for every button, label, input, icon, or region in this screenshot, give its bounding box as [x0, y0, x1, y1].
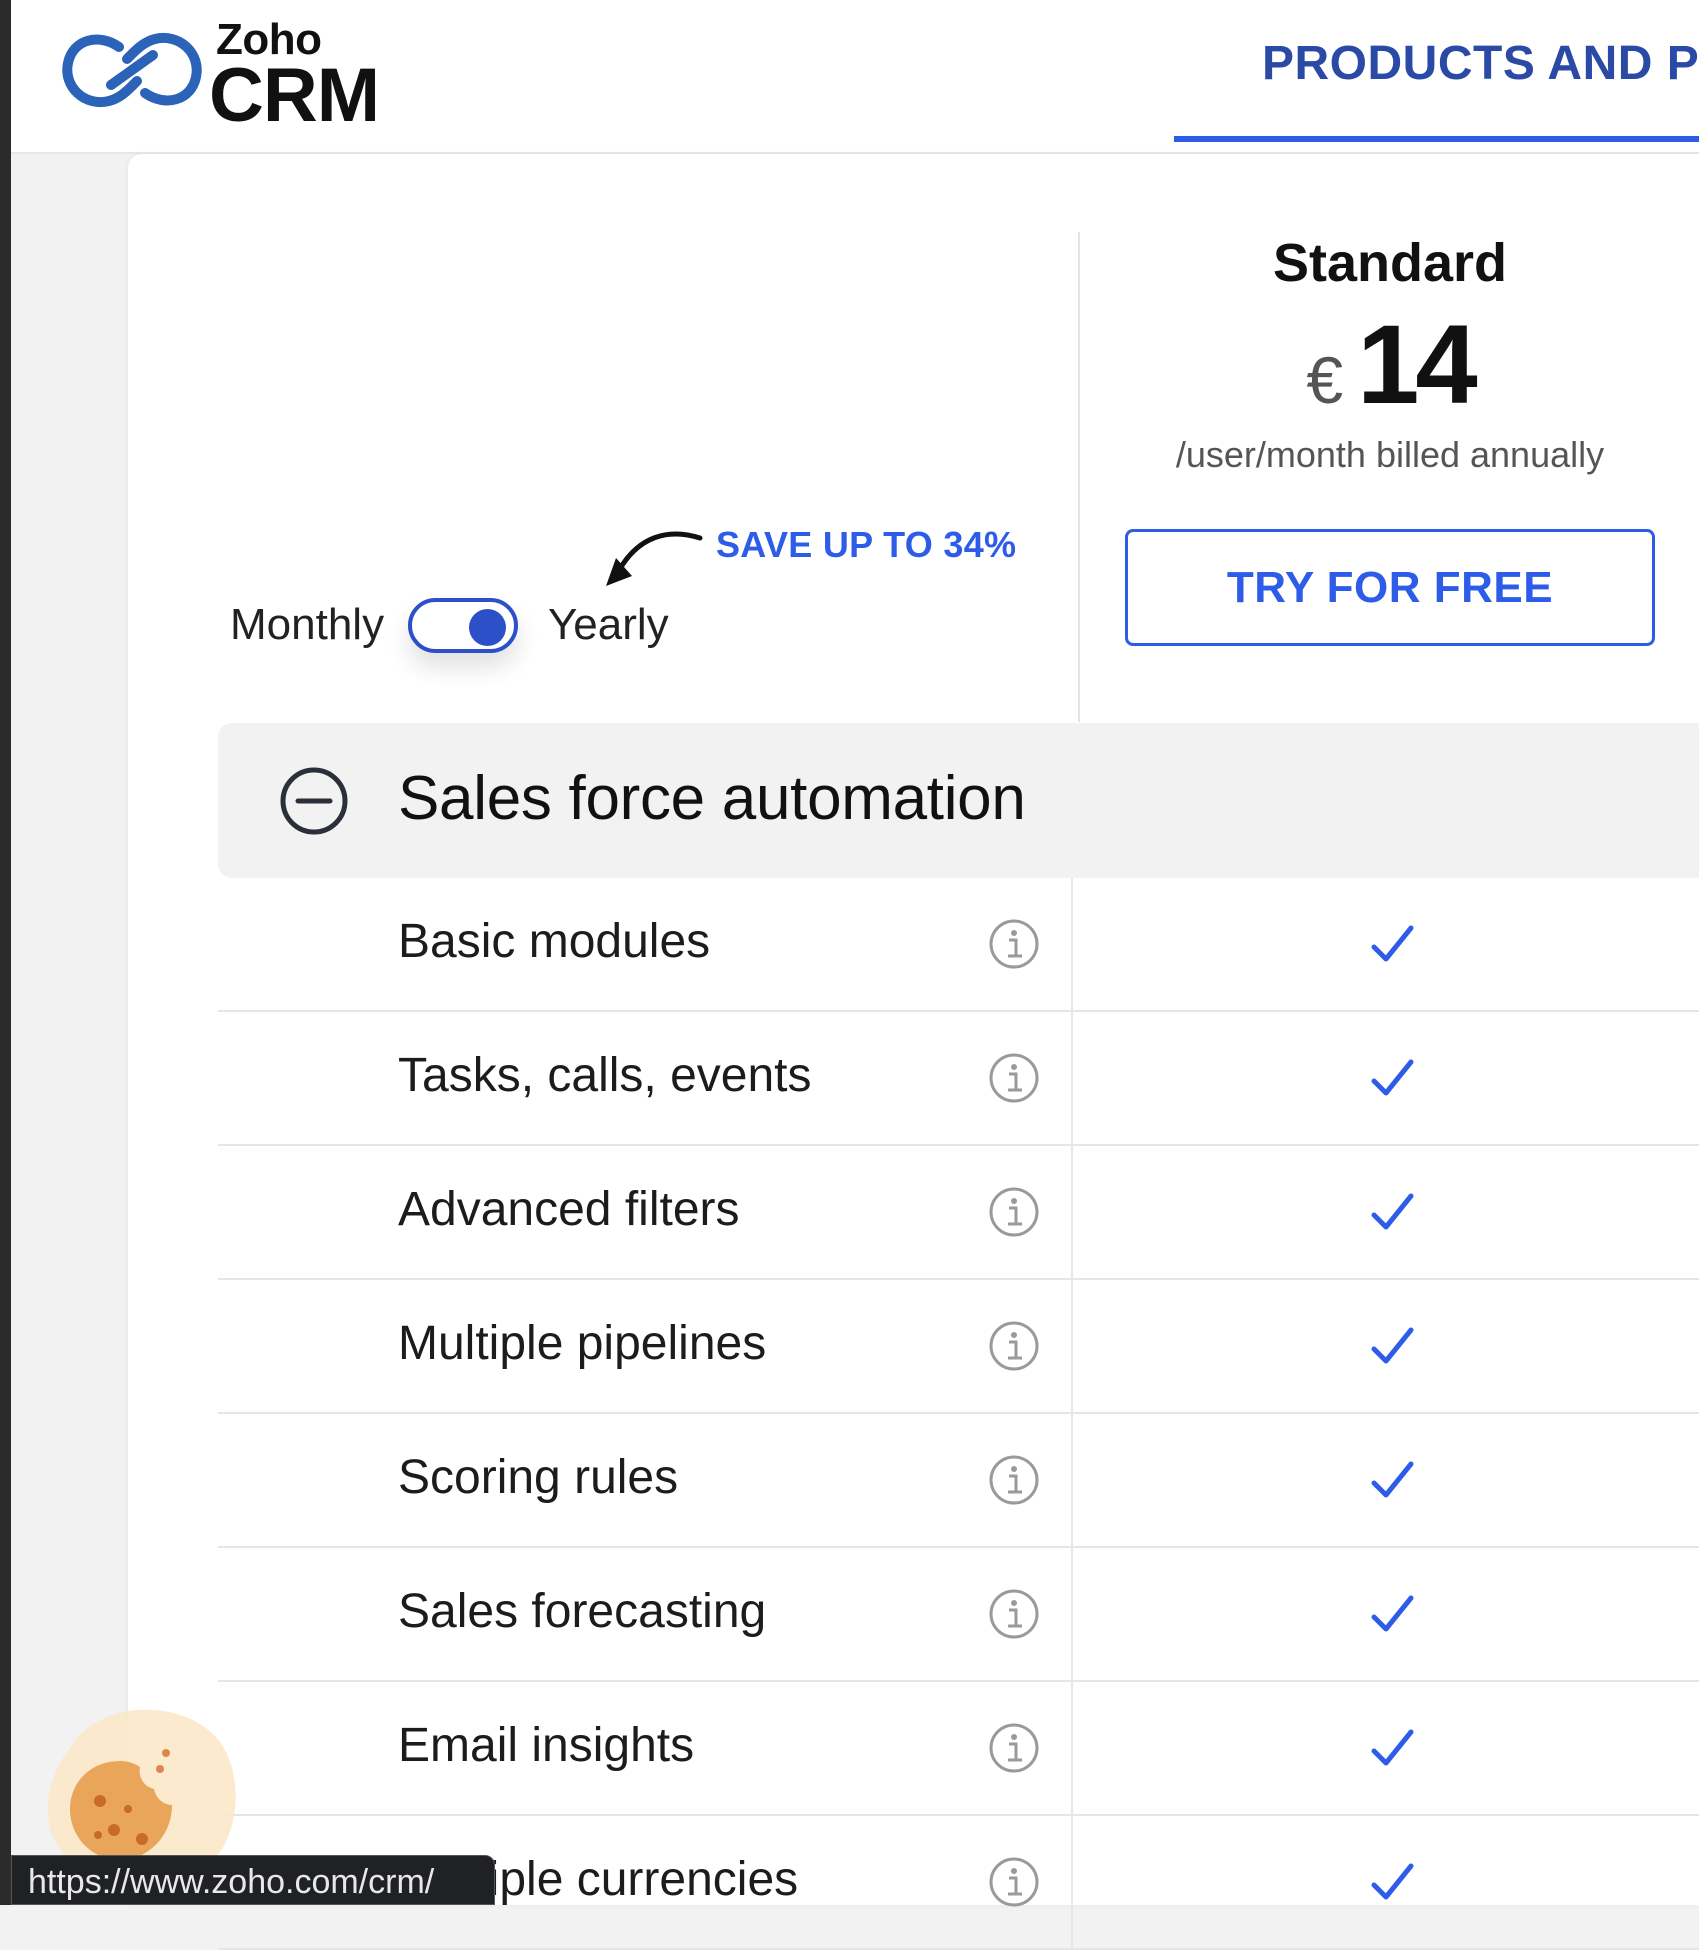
info-icon[interactable] [988, 1856, 1040, 1908]
column-divider [1071, 1816, 1073, 1948]
column-divider [1071, 1682, 1073, 1814]
logo-product-text[interactable]: CRM [209, 52, 380, 139]
monthly-label[interactable]: Monthly [230, 600, 384, 650]
billing-period-toggle[interactable] [408, 598, 518, 653]
column-divider [1071, 1280, 1073, 1412]
feature-list: Basic modules Tasks, calls, events Advan… [218, 878, 1699, 1950]
column-divider [1071, 1414, 1073, 1546]
try-for-free-button[interactable]: TRY FOR FREE [1125, 529, 1655, 646]
status-url: https://www.zoho.com/crm/ [28, 1863, 435, 1901]
column-divider [1071, 878, 1073, 1010]
nav-tab-products-and-plans[interactable]: PRODUCTS AND PL [1174, 0, 1699, 142]
feature-row: Email insights [218, 1682, 1699, 1816]
info-icon[interactable] [988, 918, 1040, 970]
info-icon[interactable] [988, 1052, 1040, 1104]
check-icon [1371, 1729, 1414, 1766]
feature-row: Sales forecasting [218, 1548, 1699, 1682]
check-icon [1371, 1461, 1414, 1498]
plan-name: Standard [1272, 233, 1508, 293]
info-icon[interactable] [988, 1454, 1040, 1506]
feature-label: Email insights [398, 1719, 695, 1772]
info-icon[interactable] [988, 1320, 1040, 1372]
feature-row: Basic modules [218, 878, 1699, 1012]
nav-tab-label: PRODUCTS AND PL [1262, 37, 1699, 90]
feature-row: Advanced filters [218, 1146, 1699, 1280]
price-currency: € [1306, 343, 1344, 417]
zoho-logo-icon[interactable] [59, 25, 205, 115]
plan-price: €14 [1100, 300, 1680, 429]
yearly-label[interactable]: Yearly [548, 600, 669, 650]
toggle-knob [469, 609, 506, 646]
check-icon [1371, 925, 1414, 962]
feature-label: Sales forecasting [398, 1585, 767, 1638]
column-divider [1071, 1548, 1073, 1680]
info-icon[interactable] [988, 1186, 1040, 1238]
section-title: Sales force automation [398, 764, 1026, 833]
feature-row: Tasks, calls, events [218, 1012, 1699, 1146]
feature-row: Scoring rules [218, 1414, 1699, 1548]
feature-label: Basic modules [398, 915, 711, 968]
check-icon [1371, 1327, 1414, 1364]
info-icon[interactable] [988, 1722, 1040, 1774]
feature-row: Multiple pipelines [218, 1280, 1699, 1414]
window-left-edge [0, 0, 11, 1905]
billing-note: /user/month billed annually [1175, 434, 1605, 475]
section-header-sales-force-automation[interactable]: Sales force automation [218, 723, 1699, 878]
check-icon [1371, 1193, 1414, 1230]
site-header: Zoho CRM PRODUCTS AND PL [11, 0, 1699, 154]
check-icon [1371, 1595, 1414, 1632]
feature-label: Advanced filters [398, 1183, 740, 1236]
browser-status-bar: https://www.zoho.com/crm/ [11, 1855, 495, 1905]
feature-label: Tasks, calls, events [398, 1049, 812, 1102]
minus-circle-icon[interactable] [278, 765, 350, 837]
plan-column-divider [1078, 232, 1080, 722]
feature-label: Scoring rules [398, 1451, 679, 1504]
save-badge: SAVE UP TO 34% [716, 524, 1017, 565]
curved-arrow-icon [606, 531, 703, 586]
info-icon[interactable] [988, 1588, 1040, 1640]
check-icon [1371, 1059, 1414, 1096]
check-icon [1371, 1863, 1414, 1900]
column-divider [1071, 1012, 1073, 1144]
column-divider [1071, 1146, 1073, 1278]
feature-label: Multiple pipelines [398, 1317, 767, 1370]
price-amount: 14 [1357, 302, 1478, 427]
